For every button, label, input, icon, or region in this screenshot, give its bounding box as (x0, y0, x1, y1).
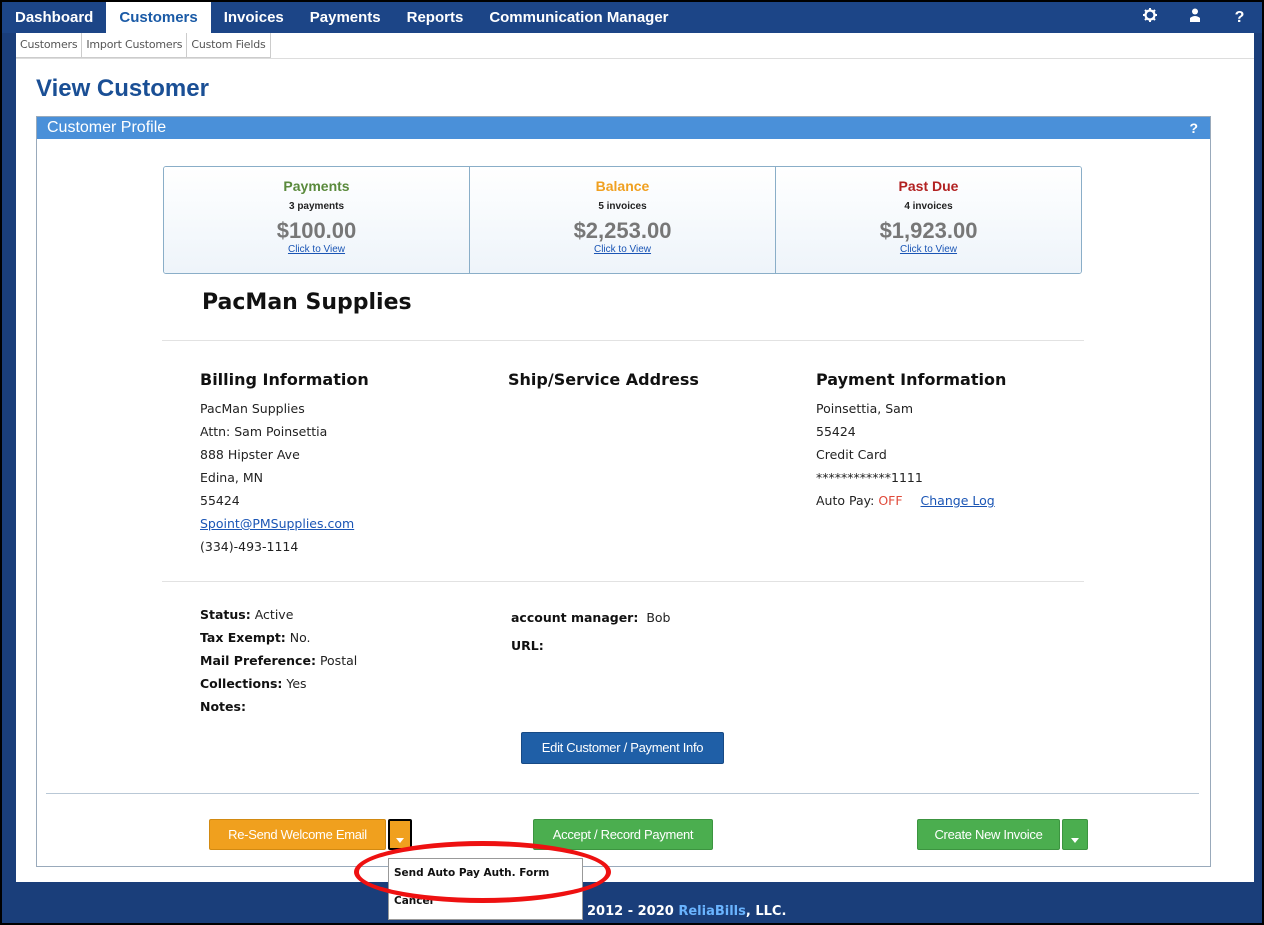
payment-line: Poinsettia, Sam (816, 401, 913, 416)
autopay-label: Auto Pay: (816, 493, 875, 508)
summary-amount: $1,923.00 (879, 218, 978, 243)
email-link[interactable]: Spoint@PMSupplies.com (200, 516, 354, 531)
divider (162, 581, 1084, 582)
summary-count: 3 payments (288, 201, 345, 212)
payment-line: 55424 (816, 424, 856, 439)
change-log-link[interactable]: Change Log (921, 493, 995, 508)
create-new-invoice-button[interactable]: Create New Invoice (917, 819, 1060, 850)
tab-payments[interactable]: Payments (297, 2, 394, 33)
payment-info: Payment Information Poinsettia, Sam 5542… (816, 370, 1006, 516)
tab-customers[interactable]: Customers (106, 2, 211, 33)
meta-key: account manager: (511, 610, 639, 625)
meta-value: Postal (319, 653, 358, 668)
top-nav: Dashboard Customers Invoices Payments Re… (2, 2, 1262, 33)
payments-summary[interactable]: Payments 3 payments $100.00 Click to Vie… (164, 167, 470, 273)
tab-invoices[interactable]: Invoices (211, 2, 297, 33)
shipping-heading: Ship/Service Address (508, 370, 699, 389)
footer: 2012 - 2020 ReliaBills, LLC. (587, 904, 786, 919)
nav-icons: ? (1127, 2, 1262, 33)
send-auto-pay-auth-form-item[interactable]: Send Auto Pay Auth. Form (389, 859, 582, 887)
help-icon[interactable]: ? (1217, 9, 1262, 27)
click-to-view-link[interactable]: Click to View (164, 244, 469, 255)
summary-count: 4 invoices (904, 201, 953, 212)
account-summary: Payments 3 payments $100.00 Click to Vie… (163, 166, 1082, 274)
autopay-status: OFF (878, 493, 903, 508)
customer-meta: Status: Active Tax Exempt: No. Mail Pref… (200, 607, 357, 722)
tab-reports[interactable]: Reports (394, 2, 477, 33)
meta-key: Notes: (200, 699, 246, 714)
billing-line: 55424 (200, 493, 240, 508)
phone: (334)-493-1114 (200, 539, 299, 554)
meta-key: Status: (200, 607, 251, 622)
click-to-view-link[interactable]: Click to View (470, 244, 775, 255)
billing-heading: Billing Information (200, 370, 369, 389)
resend-options-menu: Send Auto Pay Auth. Form Cancel (388, 858, 583, 920)
sub-nav: Customers Import Customers Custom Fields (16, 33, 271, 58)
click-to-view-link[interactable]: Click to View (776, 244, 1081, 255)
meta-key: URL: (511, 638, 544, 653)
divider (162, 340, 1084, 341)
resend-options-toggle[interactable] (388, 819, 412, 850)
billing-line: Attn: Sam Poinsettia (200, 424, 328, 439)
billing-line: 888 Hipster Ave (200, 447, 300, 462)
billing-line: Edina, MN (200, 470, 263, 485)
meta-value: Bob (646, 610, 671, 625)
divider (46, 793, 1199, 794)
meta-value: Active (254, 607, 294, 622)
divider (16, 58, 1254, 59)
user-icon[interactable] (1172, 8, 1217, 27)
subnav-custom-fields[interactable]: Custom Fields (187, 33, 269, 57)
customer-profile-panel: Customer Profile ? Payments 3 payments $… (36, 116, 1211, 867)
summary-label: Payments (283, 178, 350, 194)
summary-count: 5 invoices (598, 201, 647, 212)
page-content: Customers Import Customers Custom Fields… (16, 33, 1254, 882)
meta-key: Collections: (200, 676, 283, 691)
summary-label: Past Due (898, 178, 959, 194)
summary-label: Balance (595, 178, 650, 194)
meta-value: No. (289, 630, 311, 645)
meta-key: Mail Preference: (200, 653, 316, 668)
payment-line: ************1111 (816, 470, 923, 485)
footer-copyright: 2012 - 2020 (587, 904, 679, 919)
create-invoice-options-toggle[interactable] (1062, 819, 1088, 850)
summary-amount: $2,253.00 (573, 218, 672, 243)
footer-suffix: , LLC. (745, 904, 787, 919)
subnav-import-customers[interactable]: Import Customers (82, 33, 188, 57)
chevron-down-icon (1071, 838, 1079, 843)
panel-help-icon[interactable]: ? (1189, 117, 1198, 139)
tab-communication-manager[interactable]: Communication Manager (476, 2, 681, 33)
ship-service-address: Ship/Service Address (508, 370, 699, 401)
customer-name: PacMan Supplies (202, 290, 412, 315)
payment-line: Credit Card (816, 447, 887, 462)
cancel-item[interactable]: Cancel (389, 887, 582, 915)
tab-dashboard[interactable]: Dashboard (2, 2, 106, 33)
customer-meta-extra: account manager: Bob URL: (511, 610, 670, 661)
panel-header: Customer Profile ? (37, 117, 1210, 139)
gear-icon[interactable] (1127, 8, 1172, 27)
billing-line: PacMan Supplies (200, 401, 305, 416)
resend-welcome-email-button[interactable]: Re-Send Welcome Email (209, 819, 386, 850)
footer-brand-link[interactable]: ReliaBills (678, 904, 746, 919)
summary-amount: $100.00 (276, 218, 357, 243)
subnav-customers[interactable]: Customers (16, 33, 83, 57)
billing-info: Billing Information PacMan Supplies Attn… (200, 370, 369, 562)
panel-title: Customer Profile (47, 119, 167, 136)
payment-heading: Payment Information (816, 370, 1007, 389)
balance-summary[interactable]: Balance 5 invoices $2,253.00 Click to Vi… (470, 167, 776, 273)
past-due-summary[interactable]: Past Due 4 invoices $1,923.00 Click to V… (776, 167, 1081, 273)
meta-value: Yes (286, 676, 307, 691)
edit-customer-button[interactable]: Edit Customer / Payment Info (521, 732, 724, 764)
accept-record-payment-button[interactable]: Accept / Record Payment (533, 819, 713, 850)
chevron-down-icon (396, 838, 404, 843)
page-title: View Customer (36, 75, 209, 102)
meta-key: Tax Exempt: (200, 630, 286, 645)
